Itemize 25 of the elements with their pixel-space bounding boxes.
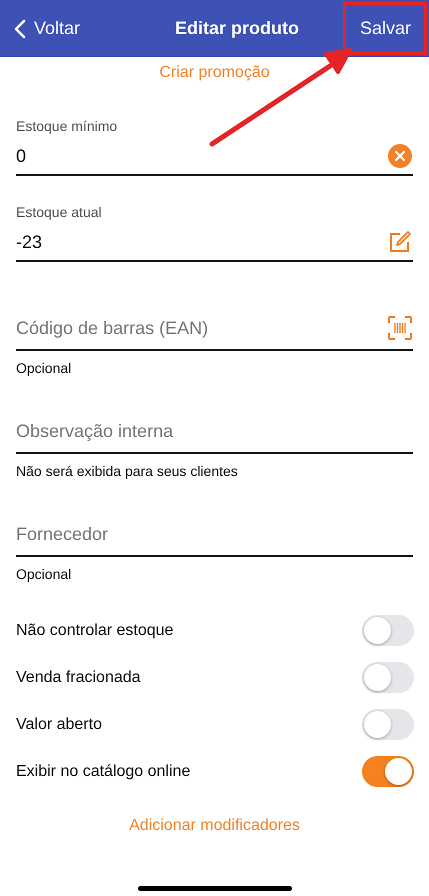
input-field[interactable]: Observação interna xyxy=(16,420,413,442)
toggle-switch[interactable] xyxy=(362,662,414,693)
helper-text: Não será exibida para seus clientes xyxy=(16,463,239,479)
toggle-label: Não controlar estoque xyxy=(16,622,174,640)
toggle-switch[interactable] xyxy=(362,756,414,787)
screen-title: Editar produto xyxy=(175,18,299,39)
edit-icon[interactable] xyxy=(387,229,413,255)
toggle-switch[interactable] xyxy=(362,709,414,740)
toggle-switch[interactable] xyxy=(362,615,414,646)
toggle-label: Valor aberto xyxy=(16,716,102,734)
input-field[interactable]: 0 xyxy=(16,146,387,166)
input-field[interactable]: Fornecedor xyxy=(16,524,413,544)
field-label: Estoque mínimo xyxy=(16,118,118,134)
clear-icon[interactable] xyxy=(387,143,413,169)
back-button[interactable]: Voltar xyxy=(14,18,80,39)
toggle-label: Venda fracionada xyxy=(16,668,141,686)
input-field[interactable]: -23 xyxy=(16,232,387,252)
helper-text: Opcional xyxy=(16,566,72,582)
save-button[interactable]: Salvar xyxy=(360,18,411,39)
chevron-left-icon xyxy=(14,18,26,38)
input-field[interactable]: Código de barras (EAN) xyxy=(16,318,387,338)
toggle-label: Exibir no catálogo online xyxy=(16,762,190,780)
helper-text: Opcional xyxy=(16,360,72,376)
field-label: Estoque atual xyxy=(16,204,103,220)
barcode-scan-icon[interactable] xyxy=(387,315,413,341)
